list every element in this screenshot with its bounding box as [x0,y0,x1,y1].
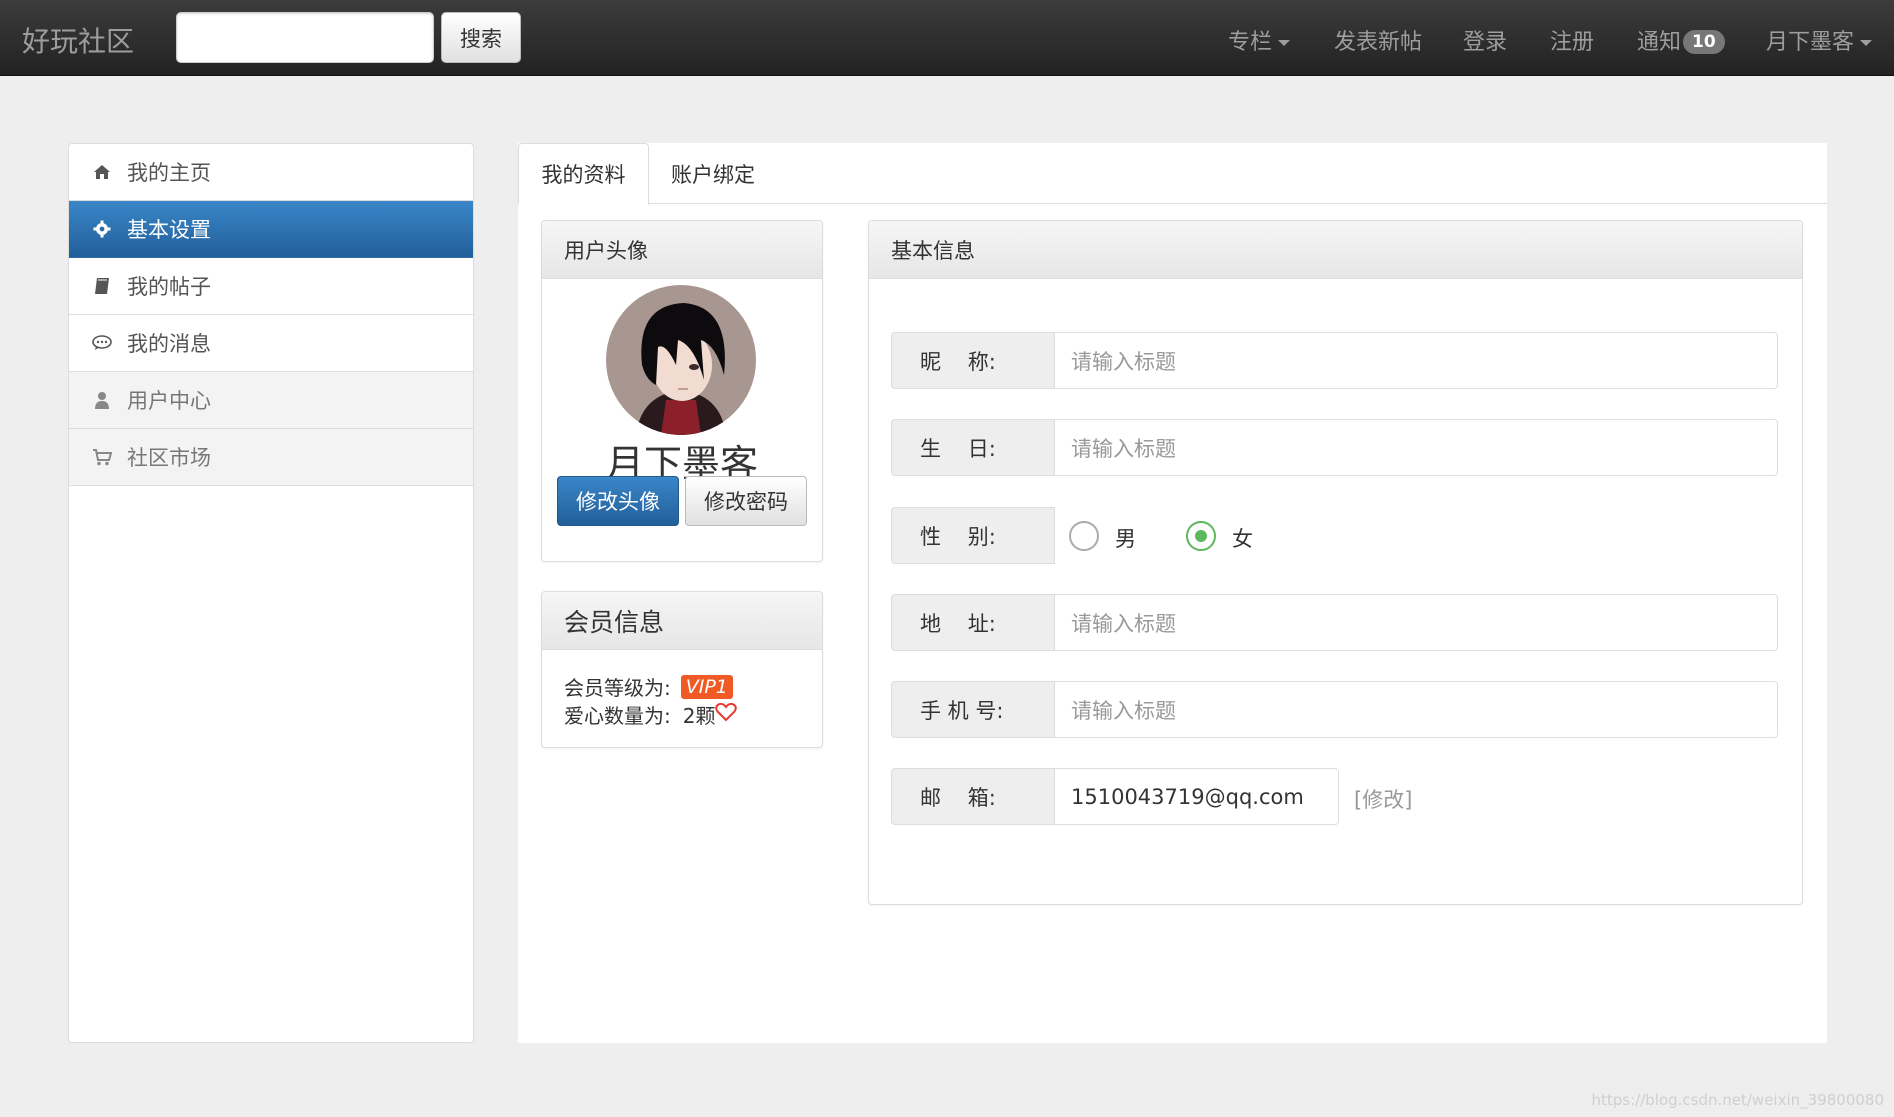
address-row: 地 址: 请输入标题 [891,594,1778,651]
sidebar-item-label: 基本设置 [127,218,211,242]
sidebar-item-label: 社区市场 [127,446,211,470]
sidebar-item-label: 我的消息 [127,332,211,356]
cart-icon [91,446,113,468]
gender-female-radio[interactable] [1186,521,1216,551]
top-navbar: 好玩社区 搜索 专栏 发表新帖 登录 注册 通知 10 月下墨客 [0,0,1894,76]
sidebar-item-label: 我的帖子 [127,275,211,299]
tab-account-binding[interactable]: 账户绑定 [649,143,777,204]
email-input[interactable]: 1510043719@qq.com [1054,768,1339,825]
sidebar-item-posts[interactable]: 我的帖子 [69,258,473,315]
gender-row: 性 别: 男 女 [891,507,1778,564]
gender-male-radio[interactable] [1069,521,1099,551]
member-hearts-label: 爱心数量为: [564,704,671,728]
nav-column-dropdown[interactable]: 专栏 [1228,24,1291,56]
sidebar-item-market[interactable]: 社区市场 [69,429,473,486]
watermark: https://blog.csdn.net/weixin_39800080 [1591,1091,1884,1109]
notify-count-badge: 10 [1683,30,1725,54]
birthday-row: 生 日: 请输入标题 [891,419,1778,476]
basic-info-panel: 基本信息 昵 称: 请输入标题 生 日: 请输入标题 性 别: 男 女 地 址:… [868,220,1803,905]
nav-notify[interactable]: 通知 10 [1637,24,1725,56]
search-input[interactable] [176,12,434,63]
basic-info-title: 基本信息 [869,221,1802,279]
brand-logo[interactable]: 好玩社区 [22,20,134,60]
heart-icon [715,702,738,727]
avatar [606,285,756,435]
comment-icon [91,332,113,354]
sidebar-item-label: 用户中心 [127,389,211,413]
tab-my-profile[interactable]: 我的资料 [518,143,649,205]
search-button[interactable]: 搜索 [441,12,521,63]
email-label: 邮 箱: [891,768,1055,825]
sidebar: 我的主页 基本设置 我的帖子 我的消息 用户中心 社区市场 [68,143,474,1043]
sidebar-item-messages[interactable]: 我的消息 [69,315,473,372]
main-content: 我的资料 账户绑定 用户头像 月下墨客 修改头像 修改密码 会员信息 会员等级为… [518,143,1827,1043]
birthday-label: 生 日: [891,419,1055,476]
birthday-input[interactable]: 请输入标题 [1054,419,1778,476]
email-edit-link[interactable]: [修改] [1354,784,1412,814]
member-panel-title: 会员信息 [542,592,822,650]
chevron-down-icon [1860,40,1873,46]
profile-tabs: 我的资料 账户绑定 [518,143,1827,205]
gender-male-label[interactable]: 男 [1115,523,1136,553]
nav-login[interactable]: 登录 [1463,24,1507,56]
gear-icon [91,218,113,240]
nickname-input[interactable]: 请输入标题 [1054,332,1778,389]
nav-notify-label: 通知 [1637,30,1682,55]
nickname-row: 昵 称: 请输入标题 [891,332,1778,389]
gender-female-label[interactable]: 女 [1232,523,1253,553]
member-level-label: 会员等级为: [564,676,671,700]
chevron-down-icon [1278,40,1291,46]
member-hearts: 爱心数量为: 2颗 [564,700,738,729]
member-level: 会员等级为: VIP1 [564,672,733,701]
nav-register[interactable]: 注册 [1550,24,1594,56]
sidebar-item-user-center[interactable]: 用户中心 [69,372,473,429]
email-row: 邮 箱: 1510043719@qq.com [修改] [891,768,1778,825]
sidebar-item-settings[interactable]: 基本设置 [69,201,473,258]
vip-badge: VIP1 [680,674,733,699]
sidebar-item-label: 我的主页 [127,161,211,185]
avatar-panel-title: 用户头像 [542,221,822,279]
avatar-panel: 用户头像 月下墨客 修改头像 修改密码 [541,220,823,562]
sidebar-item-home[interactable]: 我的主页 [69,144,473,201]
member-panel: 会员信息 会员等级为: VIP1 爱心数量为: 2颗 [541,591,823,748]
member-hearts-value: 2颗 [682,704,716,728]
gender-label: 性 别: [891,507,1055,564]
nav-user-label: 月下墨客 [1766,30,1855,55]
book-icon [91,275,113,297]
change-password-button[interactable]: 修改密码 [685,476,807,526]
address-label: 地 址: [891,594,1055,651]
nav-new-post[interactable]: 发表新帖 [1334,24,1422,56]
home-icon [91,161,113,183]
nav-user-dropdown[interactable]: 月下墨客 [1766,24,1873,56]
phone-label: 手 机 号: [891,681,1055,738]
phone-input[interactable]: 请输入标题 [1054,681,1778,738]
change-avatar-button[interactable]: 修改头像 [557,476,679,526]
address-input[interactable]: 请输入标题 [1054,594,1778,651]
phone-row: 手 机 号: 请输入标题 [891,681,1778,738]
nav-column-label: 专栏 [1228,30,1273,55]
nickname-label: 昵 称: [891,332,1055,389]
user-icon [91,389,113,411]
